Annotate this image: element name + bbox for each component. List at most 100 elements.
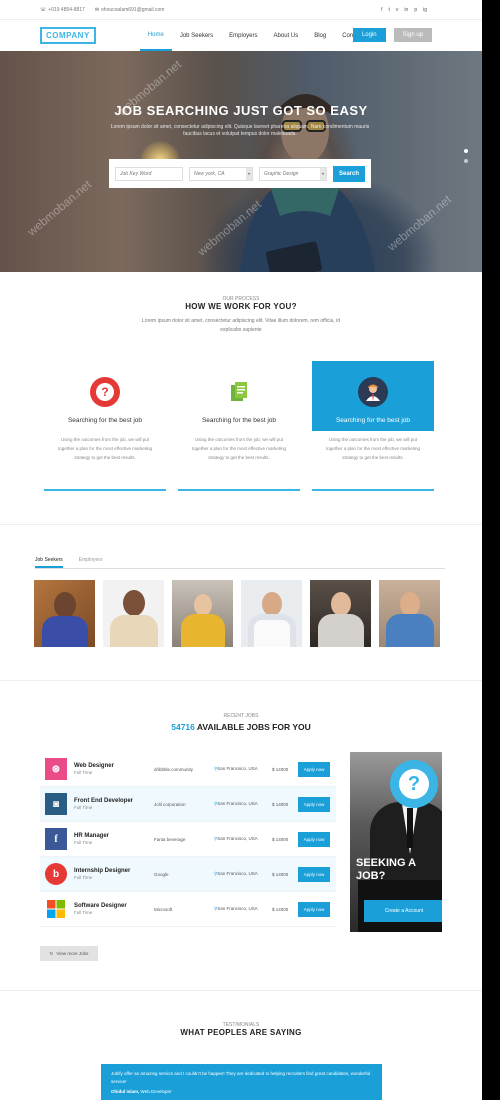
- person-photo[interactable]: [172, 580, 233, 647]
- job-company: dribbble.community: [154, 766, 194, 772]
- tab-job-seekers[interactable]: Job Seekers: [35, 557, 63, 568]
- nav-item-job-seekers[interactable]: Job Seekers: [172, 20, 221, 51]
- signup-button[interactable]: Sign up: [393, 28, 432, 42]
- location-text: San Francisco, USA: [217, 801, 258, 806]
- keyword-input[interactable]: Job Key Word: [115, 166, 183, 181]
- linkedin-icon[interactable]: in: [404, 7, 408, 13]
- location-select[interactable]: New york, CA ▾: [189, 166, 253, 181]
- person-body: [385, 614, 434, 647]
- person-photo[interactable]: [34, 580, 95, 647]
- apply-button[interactable]: Apply now: [298, 761, 330, 777]
- nav-item-employers[interactable]: Employers: [221, 20, 265, 51]
- tab-employers[interactable]: Employers: [79, 557, 103, 568]
- beats-icon: b: [45, 863, 67, 885]
- card-title: Searching for the best job: [201, 417, 277, 424]
- social-links: f t v in p ig: [381, 7, 427, 13]
- process-card: ? Searching for the best job Using the o…: [44, 361, 166, 491]
- person-photo[interactable]: [241, 580, 302, 647]
- refresh-icon: ↻: [49, 950, 54, 956]
- job-salary: $ 14000: [272, 906, 289, 912]
- how-we-work-section: OUR PROCESS HOW WE WORK FOR YOU? Lorem i…: [0, 296, 482, 491]
- view-more-jobs-button[interactable]: ↻ View more Jobs: [40, 946, 98, 961]
- job-title[interactable]: Web Designer: [74, 763, 154, 769]
- nav-item-about-us[interactable]: About Us: [266, 20, 307, 51]
- author-role: Web Developer: [140, 1089, 172, 1094]
- job-title[interactable]: HR Manager: [74, 833, 154, 839]
- dribbble-icon: ⊛: [45, 758, 67, 780]
- job-type: Full Time: [74, 805, 93, 810]
- keyword-placeholder: Job Key Word: [120, 170, 152, 177]
- phone-info: ☏ +019 4854-8817: [40, 7, 85, 13]
- process-card: Searching for the best job Using the out…: [312, 361, 434, 491]
- login-button[interactable]: Login: [352, 28, 386, 42]
- apply-button[interactable]: Apply now: [298, 901, 330, 917]
- job-row[interactable]: f HR Manager Full Time Fanta beverage ⚲Sa…: [40, 822, 336, 857]
- contact-info: ☏ +019 4854-8817 ✉ ohoucoalam691@gmail.com: [40, 7, 164, 13]
- job-title[interactable]: Software Designer: [74, 903, 154, 909]
- apply-button[interactable]: Apply now: [298, 866, 330, 882]
- nav-item-blog[interactable]: Blog: [306, 20, 334, 51]
- job-location: ⚲San Francisco, USA: [214, 766, 272, 772]
- job-title[interactable]: Front End Developer: [74, 798, 154, 804]
- slider-dots: [464, 149, 468, 163]
- nav-item-home[interactable]: Home: [139, 20, 172, 51]
- job-type: Full Time: [74, 875, 93, 880]
- location-text: San Francisco, USA: [217, 836, 258, 841]
- seeking-job-banner: ? SEEKING A JOB? Create a Account: [350, 752, 442, 932]
- mail-icon: ✉: [94, 6, 100, 13]
- person-photo[interactable]: [310, 580, 371, 647]
- person-photo[interactable]: [379, 580, 440, 647]
- person-photo[interactable]: [103, 580, 164, 647]
- apply-button[interactable]: Apply now: [298, 831, 330, 847]
- slider-dot[interactable]: [464, 149, 468, 153]
- vimeo-icon[interactable]: v: [396, 7, 399, 13]
- job-location: ⚲San Francisco, USA: [214, 801, 272, 807]
- job-location: ⚲San Francisco, USA: [214, 906, 272, 912]
- create-account-button[interactable]: Create a Account: [364, 900, 442, 922]
- person-head: [193, 594, 212, 616]
- job-info: HR Manager Full Time: [74, 833, 154, 845]
- card-title: Searching for the best job: [67, 417, 143, 424]
- card-title: Searching for the best job: [335, 417, 411, 424]
- job-row[interactable]: ◙ Front End Developer Full Time Jolil cor…: [40, 787, 336, 822]
- job-info: Web Designer Full Time: [74, 763, 154, 775]
- facebook-icon[interactable]: f: [381, 7, 382, 13]
- job-salary: $ 14000: [272, 766, 289, 772]
- apply-button[interactable]: Apply now: [298, 796, 330, 812]
- jobs-count: 54716: [171, 722, 195, 732]
- twitter-icon[interactable]: t: [389, 7, 390, 13]
- author-name: Ohidul Islam,: [111, 1089, 140, 1094]
- slider-dot[interactable]: [464, 159, 468, 163]
- category-select[interactable]: Graphic Design ▾: [259, 166, 327, 181]
- job-info: Software Designer Full Time: [74, 903, 154, 915]
- job-location: ⚲San Francisco, USA: [214, 836, 272, 842]
- job-row[interactable]: b Internship Designer Full Time Google ⚲S…: [40, 857, 336, 892]
- job-title[interactable]: Internship Designer: [74, 868, 154, 874]
- tie-figure: [407, 808, 413, 848]
- company-logo[interactable]: COMPANY: [40, 27, 96, 44]
- card-description: Using the outcomes from the job, we will…: [58, 437, 152, 460]
- page: ☏ +019 4854-8817 ✉ ohoucoalam691@gmail.com…: [0, 0, 482, 1100]
- question-icon: ?: [390, 760, 438, 808]
- job-salary: $ 14000: [272, 871, 289, 877]
- location-text: San Francisco, USA: [217, 766, 258, 771]
- job-company: Google: [154, 871, 169, 877]
- job-location: ⚲San Francisco, USA: [214, 871, 272, 877]
- email-address[interactable]: ohoucoalam691@gmail.com: [101, 7, 164, 13]
- question-mark: ?: [399, 769, 429, 799]
- people-gallery: [34, 580, 440, 647]
- category-value: Graphic Design: [264, 170, 299, 177]
- job-row[interactable]: Software Designer Full Time Microsoft ⚲Sa…: [40, 892, 336, 927]
- user-icon: [358, 377, 388, 407]
- testimonial-quote: Jobify offer an amazing service and I co…: [111, 1071, 371, 1084]
- section-title: HOW WE WORK FOR YOU?: [185, 302, 297, 311]
- pinterest-icon[interactable]: p: [414, 7, 417, 13]
- chevron-down-icon: ▾: [320, 167, 326, 180]
- job-row[interactable]: ⊛ Web Designer Full Time dribbble.communi…: [40, 752, 336, 787]
- jobs-header: RECENT JOBS 54716 AVAILABLE JOBS FOR YOU: [0, 713, 482, 732]
- instagram-icon[interactable]: ig: [423, 7, 427, 13]
- testimonial-author: Ohidul Islam, Web Developer: [111, 1088, 372, 1096]
- search-button[interactable]: Search: [333, 165, 365, 182]
- person-body: [109, 615, 158, 647]
- people-tabs: Job Seekers Employers: [35, 557, 445, 569]
